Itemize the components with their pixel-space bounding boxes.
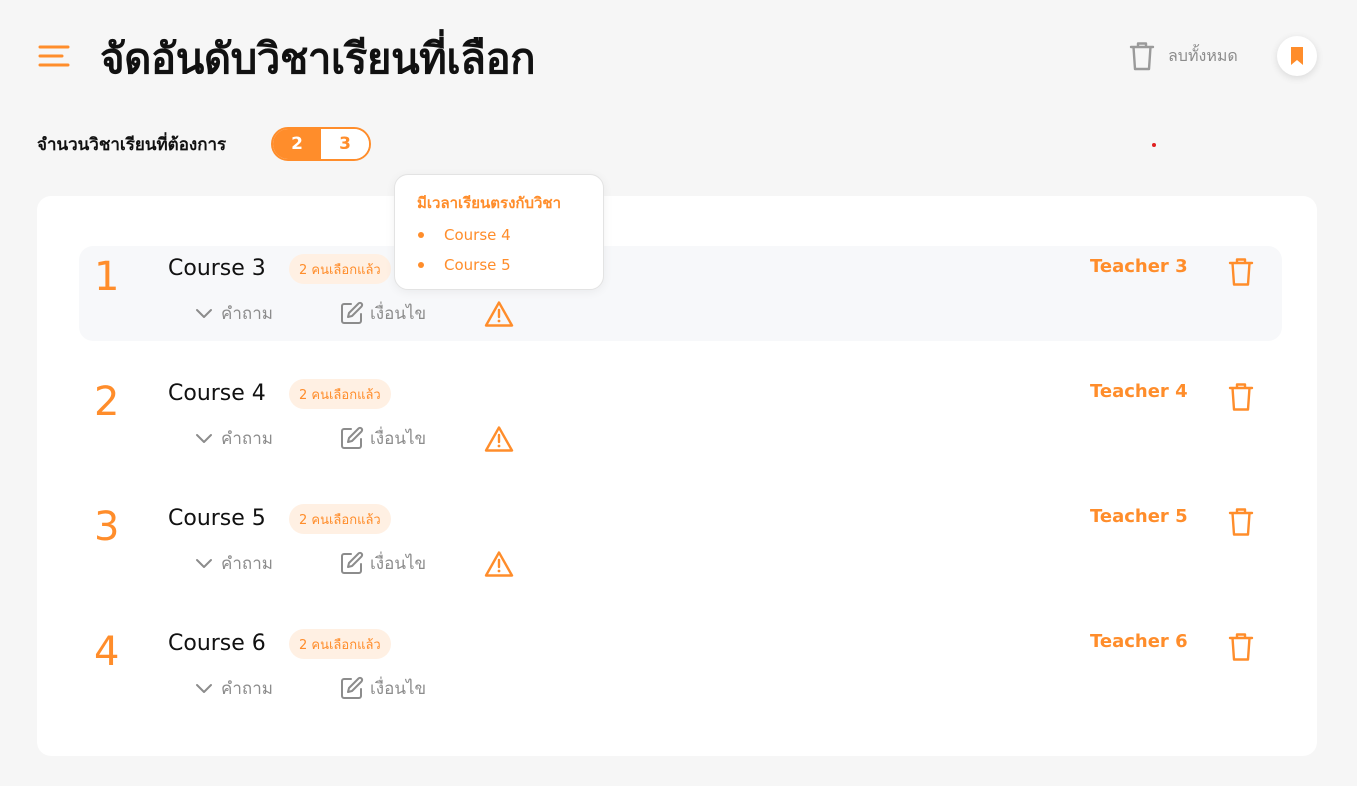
course-name: Course 4 <box>168 381 266 406</box>
schedule-conflict-warning[interactable] <box>484 550 514 578</box>
conditions-button[interactable]: เงื่อนไข <box>340 300 426 326</box>
conflict-tooltip: มีเวลาเรียนตรงกับวิชา Course 4 Course 5 <box>394 174 604 290</box>
course-row-3: 3 Course 5 2 คนเลือกแล้ว Teacher 5 คำถาม… <box>79 496 1282 591</box>
trash-icon <box>1228 258 1254 286</box>
schedule-conflict-warning[interactable] <box>484 425 514 453</box>
conditions-button[interactable]: เงื่อนไข <box>340 425 426 451</box>
conflict-item: Course 5 <box>417 255 603 285</box>
questions-label: คำถาม <box>221 303 273 324</box>
delete-course-button[interactable] <box>1227 507 1255 537</box>
rank-number: 1 <box>94 254 120 300</box>
edit-icon <box>341 301 364 324</box>
course-row-1: 1 Course 3 2 คนเลือกแล้ว Teacher 3 คำถาม… <box>79 246 1282 341</box>
course-row-4: 4 Course 6 2 คนเลือกแล้ว Teacher 6 คำถาม… <box>79 621 1282 716</box>
trash-icon <box>1129 42 1155 71</box>
questions-toggle[interactable]: คำถาม <box>195 425 273 451</box>
selected-count-badge: 2 คนเลือกแล้ว <box>289 254 391 284</box>
edit-icon <box>341 426 364 449</box>
conditions-label: เงื่อนไข <box>370 303 427 324</box>
chevron-down-icon <box>196 684 212 693</box>
questions-toggle[interactable]: คำถาม <box>195 300 273 326</box>
delete-course-button[interactable] <box>1227 632 1255 662</box>
rank-number: 3 <box>94 504 120 550</box>
indicator-dot <box>1152 143 1156 147</box>
chevron-down-icon <box>196 559 212 568</box>
selected-count-badge: 2 คนเลือกแล้ว <box>289 504 391 534</box>
questions-toggle[interactable]: คำถาม <box>195 675 273 701</box>
tooltip-title: มีเวลาเรียนตรงกับวิชา <box>417 194 562 212</box>
trash-icon <box>1228 383 1254 411</box>
bookmark-button[interactable] <box>1277 36 1317 76</box>
selected-count-badge: 2 คนเลือกแล้ว <box>289 629 391 659</box>
course-count-label: จำนวนวิชาเรียนที่ต้องการ <box>37 135 227 155</box>
questions-label: คำถาม <box>221 553 273 574</box>
questions-label: คำถาม <box>221 678 273 699</box>
edit-icon <box>341 676 364 699</box>
course-name: Course 6 <box>168 631 266 656</box>
edit-icon <box>341 551 364 574</box>
teacher-name: Teacher 4 <box>1090 381 1188 402</box>
conditions-label: เงื่อนไข <box>370 428 427 449</box>
page-title: จัดอันดับวิชาเรียนที่เลือก <box>100 34 536 83</box>
conditions-button[interactable]: เงื่อนไข <box>340 675 426 701</box>
warning-icon <box>484 301 514 327</box>
rank-number: 4 <box>94 629 120 675</box>
teacher-name: Teacher 5 <box>1090 506 1188 527</box>
count-option-2[interactable]: 2 <box>273 129 321 159</box>
teacher-name: Teacher 6 <box>1090 631 1188 652</box>
menu-icon <box>38 45 70 67</box>
conflict-list: Course 4 Course 5 <box>417 225 603 285</box>
count-option-3[interactable]: 3 <box>321 129 369 159</box>
delete-course-button[interactable] <box>1227 382 1255 412</box>
clear-all-button[interactable]: ลบทั้งหมด <box>1128 38 1238 74</box>
conflict-item: Course 4 <box>417 225 603 255</box>
course-name: Course 5 <box>168 506 266 531</box>
questions-label: คำถาม <box>221 428 273 449</box>
rank-number: 2 <box>94 379 120 425</box>
schedule-conflict-warning[interactable] <box>484 300 514 328</box>
conditions-button[interactable]: เงื่อนไข <box>340 550 426 576</box>
course-row-2: 2 Course 4 2 คนเลือกแล้ว Teacher 4 คำถาม… <box>79 371 1282 466</box>
trash-icon <box>1228 508 1254 536</box>
chevron-down-icon <box>196 434 212 443</box>
questions-toggle[interactable]: คำถาม <box>195 550 273 576</box>
clear-all-label: ลบทั้งหมด <box>1168 45 1238 65</box>
bookmark-icon <box>1291 47 1303 65</box>
chevron-down-icon <box>196 309 212 318</box>
warning-icon <box>484 426 514 452</box>
warning-icon <box>484 551 514 577</box>
conditions-label: เงื่อนไข <box>370 553 427 574</box>
teacher-name: Teacher 3 <box>1090 256 1188 277</box>
course-name: Course 3 <box>168 256 266 281</box>
conditions-label: เงื่อนไข <box>370 678 427 699</box>
course-count-toggle: 2 3 <box>271 127 371 161</box>
menu-button[interactable] <box>38 44 70 68</box>
ranked-courses-card: 1 Course 3 2 คนเลือกแล้ว Teacher 3 คำถาม… <box>37 196 1317 756</box>
delete-course-button[interactable] <box>1227 257 1255 287</box>
trash-icon <box>1228 633 1254 661</box>
selected-count-badge: 2 คนเลือกแล้ว <box>289 379 391 409</box>
